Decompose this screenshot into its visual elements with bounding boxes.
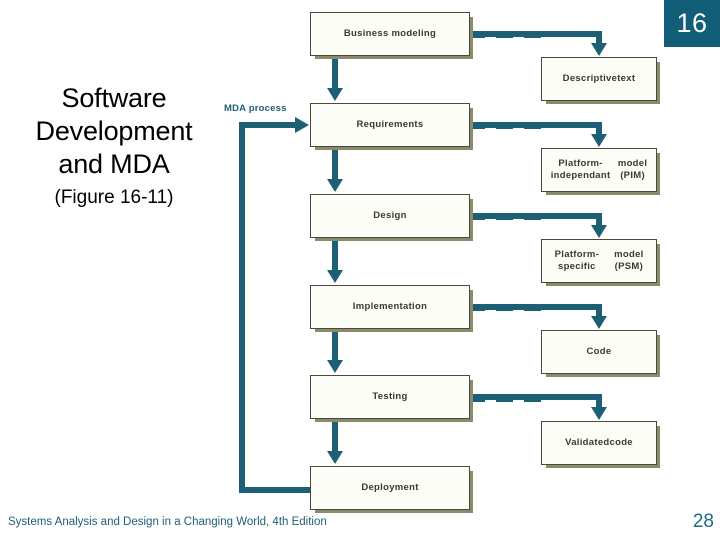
mda-process-loop (239, 122, 310, 493)
process-box-label: code (609, 436, 633, 448)
process-box-descriptive-text: Descriptive text (541, 57, 657, 101)
process-box-label: model (PSM) (614, 248, 644, 273)
process-box-validated-code: Validated code (541, 421, 657, 465)
produces-arrowhead-code (591, 316, 607, 329)
mda-process-arrowhead (295, 117, 309, 133)
process-box-label: Platform-independant (550, 157, 611, 182)
produces-arrowhead-descriptive-text (591, 43, 607, 56)
process-box-label: model (PIM) (617, 157, 648, 182)
feedback-arrowhead-design (327, 179, 343, 192)
process-box-label: Deployment (361, 481, 419, 493)
process-box-label: text (617, 72, 636, 84)
produces-arrowhead-psm (591, 225, 607, 238)
process-box-requirements: Requirements (310, 103, 470, 147)
process-box-label: Platform-specific (554, 248, 600, 273)
process-box-label: Code (586, 345, 612, 357)
process-box-label: Implementation (352, 300, 428, 312)
feedback-arrowhead-deployment (327, 451, 343, 464)
process-box-code: Code (541, 330, 657, 374)
process-box-pim: Platform-independant model (PIM) (541, 148, 657, 192)
process-box-psm: Platform-specific model (PSM) (541, 239, 657, 283)
process-box-deployment: Deployment (310, 466, 470, 510)
process-box-label: Business modeling (343, 27, 437, 39)
process-box-label: Design (373, 209, 407, 221)
footer-source-text: Systems Analysis and Design in a Changin… (8, 516, 327, 528)
process-box-implementation: Implementation (310, 285, 470, 329)
slide-page-number: 28 (692, 511, 714, 532)
feedback-arrowhead-testing (327, 360, 343, 373)
process-box-testing: Testing (310, 375, 470, 419)
process-box-label: Testing (372, 390, 408, 402)
process-box-label: Descriptive (562, 72, 618, 84)
process-box-design: Design (310, 194, 470, 238)
produces-arrowhead-pim (591, 134, 607, 147)
process-box-business-modeling: Business modeling (310, 12, 470, 56)
slide-canvas: 16 Software Development and MDA (Figure … (0, 0, 720, 540)
process-box-label: Requirements (356, 118, 424, 130)
mda-process-label: MDA process (224, 103, 287, 114)
feedback-arrowhead-requirements (327, 88, 343, 101)
feedback-arrowhead-implementation (327, 270, 343, 283)
process-box-label: Validated (565, 436, 610, 448)
produces-arrowhead-validated-code (591, 407, 607, 420)
